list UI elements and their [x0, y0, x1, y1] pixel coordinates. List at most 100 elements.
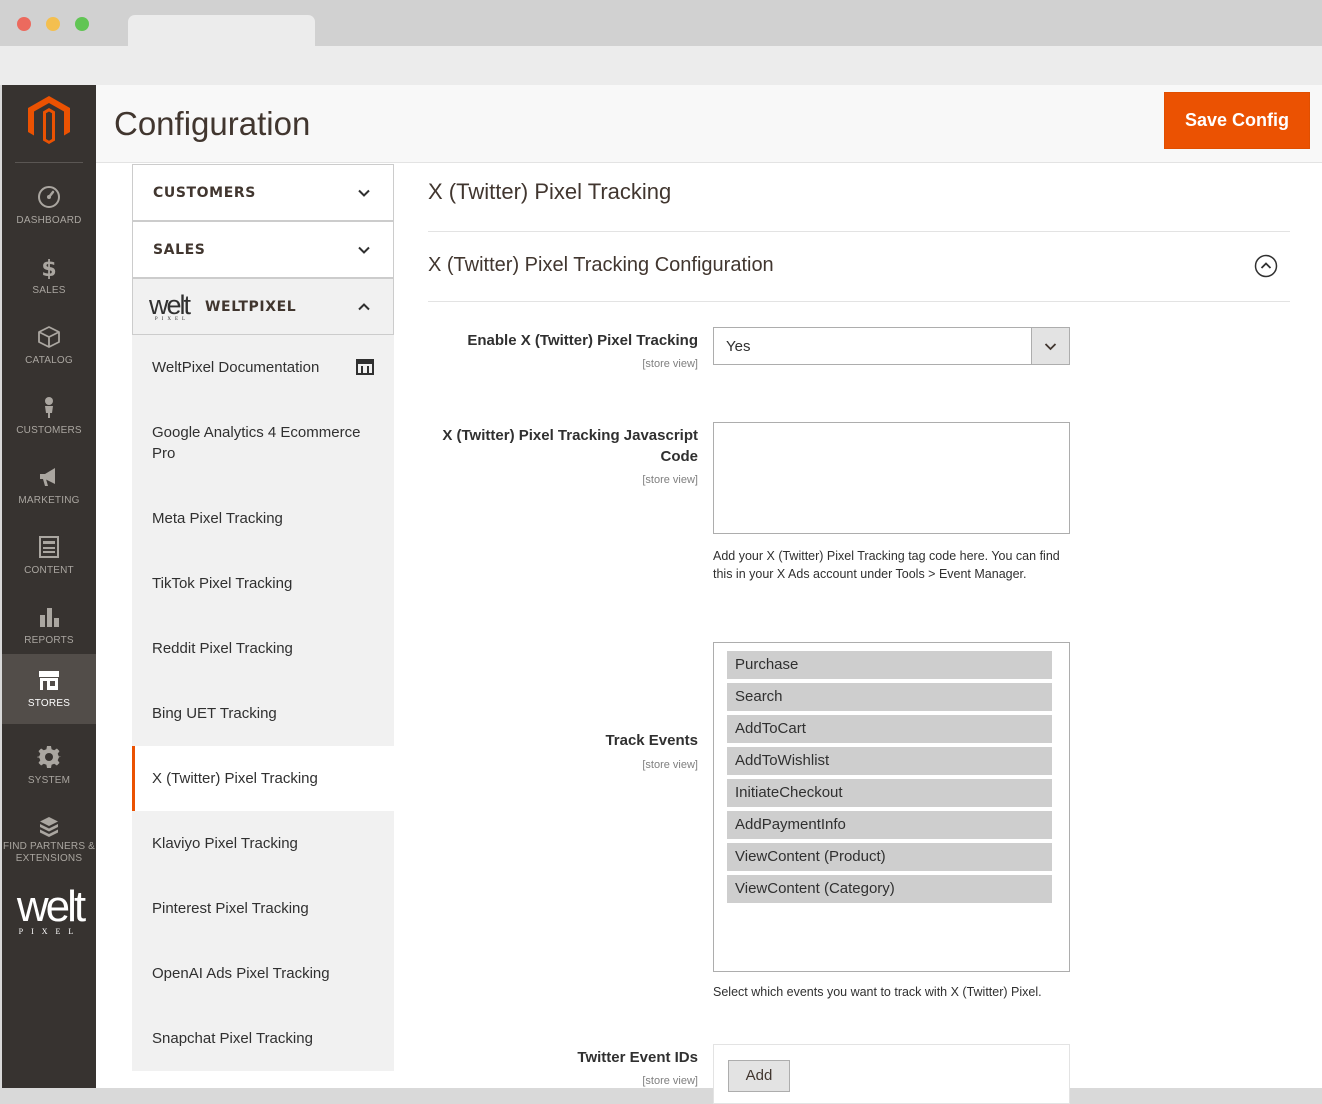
nav-system[interactable]: SYSTEM — [2, 731, 96, 801]
nav-content[interactable]: CONTENT — [2, 521, 96, 591]
logo-divider — [15, 162, 83, 163]
chevron-up-icon — [358, 303, 370, 311]
admin-sidebar: DASHBOARD $ SALES CATALOG CUSTOMERS MARK… — [2, 85, 96, 1088]
page-title: Configuration — [114, 105, 311, 142]
section-title: X (Twitter) Pixel Tracking — [428, 179, 672, 204]
magento-logo-icon[interactable] — [28, 96, 70, 144]
sub-item-meta[interactable]: Meta Pixel Tracking — [132, 486, 394, 551]
sub-item-label: TikTok Pixel Tracking — [152, 575, 293, 592]
sub-item-label: Meta Pixel Tracking — [152, 510, 283, 527]
dashboard-icon — [38, 186, 60, 208]
config-tab-weltpixel-label: WELTPIXEL — [205, 299, 297, 315]
sub-item-label: Klaviyo Pixel Tracking — [152, 835, 298, 852]
nav-customers[interactable]: CUSTOMERS — [2, 381, 96, 451]
page-header: Configuration Save Config — [96, 85, 1322, 163]
chevron-down-icon — [358, 189, 370, 197]
sub-item-label: Google Analytics 4 Ecommerce Pro — [152, 424, 361, 462]
track-event-option[interactable]: AddPaymentInfo — [727, 811, 1052, 839]
sub-item-reddit[interactable]: Reddit Pixel Tracking — [132, 616, 394, 681]
nav-catalog-label: CATALOG — [25, 355, 73, 366]
divider — [428, 301, 1290, 302]
svg-text:$: $ — [41, 257, 56, 279]
cube-icon — [38, 326, 60, 348]
nav-find-partners[interactable]: FIND PARTNERS & EXTENSIONS — [2, 801, 96, 871]
store-icon — [39, 671, 59, 690]
config-sidebar: CUSTOMERS SALES welt PIXEL WELTPIXEL Wel… — [132, 164, 394, 1088]
track-events-multiselect[interactable]: Purchase Search AddToCart AddToWishlist … — [713, 642, 1070, 972]
js-code-note: Add your X (Twitter) Pixel Tracking tag … — [713, 549, 1060, 581]
nav-stores[interactable]: STORES — [2, 654, 96, 724]
sub-item-label: Bing UET Tracking — [152, 705, 277, 722]
event-ids-table: Add — [713, 1044, 1070, 1104]
sub-item-label: X (Twitter) Pixel Tracking — [152, 770, 318, 787]
js-code-scope: [store view] — [642, 474, 698, 486]
close-window-button[interactable] — [17, 17, 31, 31]
nav-catalog[interactable]: CATALOG — [2, 311, 96, 381]
event-ids-label: Twitter Event IDs — [577, 1049, 698, 1066]
sub-item-label: Pinterest Pixel Tracking — [152, 900, 309, 917]
enable-select-value: Yes — [726, 338, 751, 355]
js-code-field-label: X (Twitter) Pixel Tracking Javascript Co… — [442, 427, 698, 465]
sub-item-bing[interactable]: Bing UET Tracking — [132, 681, 394, 746]
sub-item-tiktok[interactable]: TikTok Pixel Tracking — [132, 551, 394, 616]
megaphone-icon — [40, 468, 55, 486]
nav-reports[interactable]: REPORTS — [2, 591, 96, 661]
track-event-option[interactable]: ViewContent (Product) — [727, 843, 1052, 871]
select-toggle[interactable] — [1031, 328, 1069, 364]
js-code-textarea[interactable] — [713, 422, 1070, 534]
sub-item-label: WeltPixel Documentation — [152, 359, 320, 376]
weltpixel-tab-logo: welt PIXEL — [149, 290, 191, 323]
sub-item-documentation[interactable]: WeltPixel Documentation — [132, 335, 394, 400]
sub-item-label: Reddit Pixel Tracking — [152, 640, 293, 657]
enable-select[interactable]: Yes — [713, 327, 1070, 365]
sub-item-label: OpenAI Ads Pixel Tracking — [152, 965, 330, 982]
divider — [428, 231, 1290, 232]
nav-dashboard-label: DASHBOARD — [16, 215, 82, 226]
track-event-option[interactable]: AddToWishlist — [727, 747, 1052, 775]
nav-dashboard[interactable]: DASHBOARD — [2, 171, 96, 241]
sub-item-snapchat[interactable]: Snapchat Pixel Tracking — [132, 1006, 394, 1071]
minimize-window-button[interactable] — [46, 17, 60, 31]
config-tab-weltpixel[interactable]: welt PIXEL WELTPIXEL — [132, 278, 394, 335]
collapse-circle-icon[interactable] — [1254, 254, 1278, 278]
track-event-option[interactable]: Search — [727, 683, 1052, 711]
sub-item-ga4[interactable]: Google Analytics 4 Ecommerce Pro — [132, 400, 394, 486]
track-events-label: Track Events — [605, 732, 698, 749]
nav-reports-label: REPORTS — [24, 635, 74, 646]
nav-find-partners-label: FIND PARTNERS & EXTENSIONS — [2, 841, 96, 864]
track-event-option[interactable]: InitiateCheckout — [727, 779, 1052, 807]
add-event-id-button[interactable]: Add — [728, 1060, 790, 1092]
dollar-icon: $ — [41, 257, 56, 279]
nav-marketing-label: MARKETING — [18, 495, 80, 506]
config-tab-customers[interactable]: CUSTOMERS — [132, 164, 394, 221]
config-tab-sales-label: SALES — [153, 242, 206, 258]
nav-sales[interactable]: $ SALES — [2, 241, 96, 311]
track-event-option[interactable]: ViewContent (Category) — [727, 875, 1052, 903]
nav-marketing[interactable]: MARKETING — [2, 451, 96, 521]
track-event-option[interactable]: AddToCart — [727, 715, 1052, 743]
event-ids-scope: [store view] — [642, 1075, 698, 1087]
enable-field-label: Enable X (Twitter) Pixel Tracking — [467, 332, 698, 349]
nav-customers-label: CUSTOMERS — [16, 425, 82, 436]
track-event-option[interactable]: Purchase — [727, 651, 1052, 679]
sub-item-klaviyo[interactable]: Klaviyo Pixel Tracking — [132, 811, 394, 876]
documentation-icon — [356, 359, 374, 375]
chevron-down-icon — [1044, 343, 1057, 351]
person-icon — [45, 397, 53, 418]
sub-item-pinterest[interactable]: Pinterest Pixel Tracking — [132, 876, 394, 941]
maximize-window-button[interactable] — [75, 17, 89, 31]
group-title[interactable]: X (Twitter) Pixel Tracking Configuration — [428, 254, 774, 277]
sub-item-openai[interactable]: OpenAI Ads Pixel Tracking — [132, 941, 394, 1006]
sub-item-twitter[interactable]: X (Twitter) Pixel Tracking — [132, 746, 394, 811]
save-config-button[interactable]: Save Config — [1164, 92, 1310, 149]
config-main: X (Twitter) Pixel Tracking X (Twitter) P… — [428, 164, 1290, 1104]
track-events-scope: [store view] — [642, 759, 698, 771]
weltpixel-brand-logo: welt PIXEL — [16, 882, 86, 937]
bar-chart-icon — [40, 608, 59, 627]
content-icon — [39, 536, 59, 558]
config-tab-sales[interactable]: SALES — [132, 221, 394, 278]
chevron-down-icon — [358, 246, 370, 254]
browser-toolbar — [0, 46, 1322, 85]
browser-tab[interactable] — [128, 15, 315, 46]
sub-item-label: Snapchat Pixel Tracking — [152, 1030, 313, 1047]
